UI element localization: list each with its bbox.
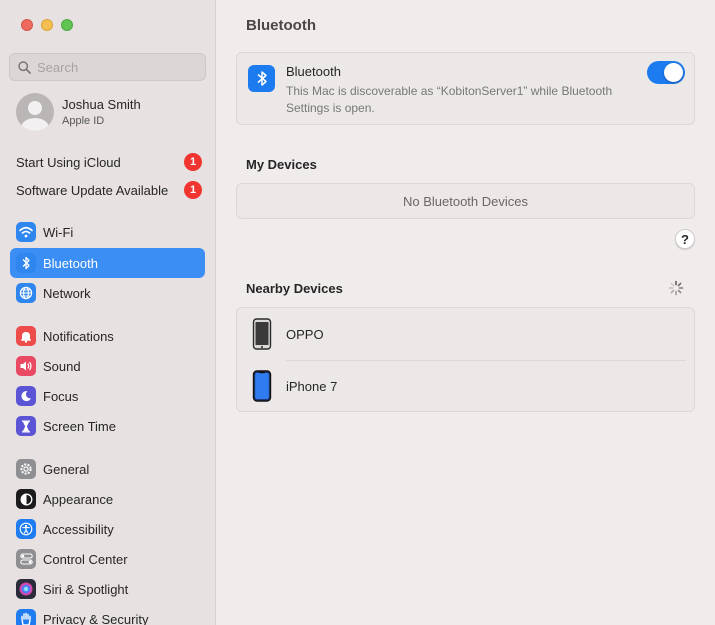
hand-icon xyxy=(16,609,36,625)
sidebar-item-siri-spotlight[interactable]: Siri & Spotlight xyxy=(10,574,205,604)
sidebar-item-label: Sound xyxy=(43,358,81,374)
sidebar-item-label: Screen Time xyxy=(43,418,116,434)
apple-id-account[interactable]: Joshua Smith Apple ID xyxy=(16,93,141,131)
bluetooth-icon xyxy=(16,253,36,273)
iphone-icon xyxy=(252,370,272,402)
search-input[interactable] xyxy=(37,59,197,75)
sidebar-item-label: Wi-Fi xyxy=(43,224,74,240)
sidebar-item-label: Accessibility xyxy=(43,521,114,537)
sidebar-item-label: Network xyxy=(43,285,91,301)
globe-icon xyxy=(16,283,36,303)
bluetooth-description: This Mac is discoverable as “KobitonServ… xyxy=(286,84,613,115)
nearby-devices-title: Nearby Devices xyxy=(246,281,343,296)
sidebar-item-general[interactable]: General xyxy=(10,454,205,484)
accessibility-icon xyxy=(16,519,36,539)
software-update-label: Software Update Available xyxy=(16,182,169,198)
bluetooth-settings-card: Bluetooth This Mac is discoverable as “K… xyxy=(236,52,695,125)
sidebar-item-focus[interactable]: Focus xyxy=(10,381,205,411)
wifi-icon xyxy=(16,222,36,242)
bluetooth-toggle[interactable] xyxy=(647,61,685,84)
sidebar-item-label: General xyxy=(43,461,90,477)
software-update-row[interactable]: Software Update Available 1 xyxy=(16,181,202,199)
sidebar-item-sound[interactable]: Sound xyxy=(10,351,205,381)
account-subtitle: Apple ID xyxy=(62,115,105,127)
control-center-icon xyxy=(16,549,36,569)
zoom-window-button[interactable] xyxy=(61,19,73,31)
hourglass-icon xyxy=(16,416,36,436)
speaker-icon xyxy=(16,356,36,376)
notification-badge: 1 xyxy=(184,153,202,171)
bluetooth-icon xyxy=(248,65,275,92)
sidebar-item-privacy-security[interactable]: Privacy & Security xyxy=(10,604,205,625)
device-name: iPhone 7 xyxy=(286,378,338,394)
search-icon xyxy=(18,60,31,74)
icloud-alert-row[interactable]: Start Using iCloud 1 xyxy=(16,153,202,171)
sidebar-item-bluetooth[interactable]: Bluetooth xyxy=(10,248,205,278)
sidebar-item-notifications[interactable]: Notifications xyxy=(10,321,205,351)
appearance-icon xyxy=(16,489,36,509)
notification-badge: 1 xyxy=(184,181,202,199)
window-controls xyxy=(21,19,73,31)
gear-icon xyxy=(16,459,36,479)
siri-icon xyxy=(16,579,36,599)
sidebar-item-label: Control Center xyxy=(43,551,128,567)
sidebar-item-accessibility[interactable]: Accessibility xyxy=(10,514,205,544)
sidebar-item-control-center[interactable]: Control Center xyxy=(10,544,205,574)
sidebar-item-label: Bluetooth xyxy=(43,255,98,271)
device-name: OPPO xyxy=(286,326,324,342)
sidebar-item-label: Appearance xyxy=(43,491,114,507)
page-title: Bluetooth xyxy=(246,17,316,34)
bell-icon xyxy=(16,326,36,346)
loading-spinner-icon xyxy=(668,280,684,296)
icloud-alert-label: Start Using iCloud xyxy=(16,154,121,170)
close-window-button[interactable] xyxy=(21,19,33,31)
avatar xyxy=(16,93,54,131)
sidebar-item-label: Notifications xyxy=(43,328,114,344)
account-name: Joshua Smith xyxy=(62,97,141,112)
sidebar-item-label: Siri & Spotlight xyxy=(43,581,129,597)
search-field[interactable] xyxy=(9,53,206,81)
no-devices-text: No Bluetooth Devices xyxy=(402,193,528,209)
sidebar-item-wifi[interactable]: Wi-Fi xyxy=(10,217,205,247)
sidebar-item-label: Focus xyxy=(43,388,79,404)
help-button[interactable]: ? xyxy=(675,229,695,249)
device-row-iphone-7[interactable]: iPhone 7 xyxy=(237,360,694,412)
my-devices-title: My Devices xyxy=(246,157,317,172)
phone-icon xyxy=(252,318,272,350)
sidebar-item-screen-time[interactable]: Screen Time xyxy=(10,411,205,441)
nearby-devices-list: OPPO iPhone 7 xyxy=(236,307,695,412)
bluetooth-label: Bluetooth xyxy=(286,64,341,79)
sidebar-item-network[interactable]: Network xyxy=(10,278,205,308)
main-content: Bluetooth Bluetooth This Mac is discover… xyxy=(216,0,715,625)
sidebar-item-label: Privacy & Security xyxy=(43,611,149,625)
minimize-window-button[interactable] xyxy=(41,19,53,31)
device-row-oppo[interactable]: OPPO xyxy=(237,308,694,360)
sidebar-item-appearance[interactable]: Appearance xyxy=(10,484,205,514)
sidebar: Joshua Smith Apple ID Start Using iCloud… xyxy=(0,0,216,625)
my-devices-list: No Bluetooth Devices xyxy=(236,183,695,219)
moon-icon xyxy=(16,386,36,406)
